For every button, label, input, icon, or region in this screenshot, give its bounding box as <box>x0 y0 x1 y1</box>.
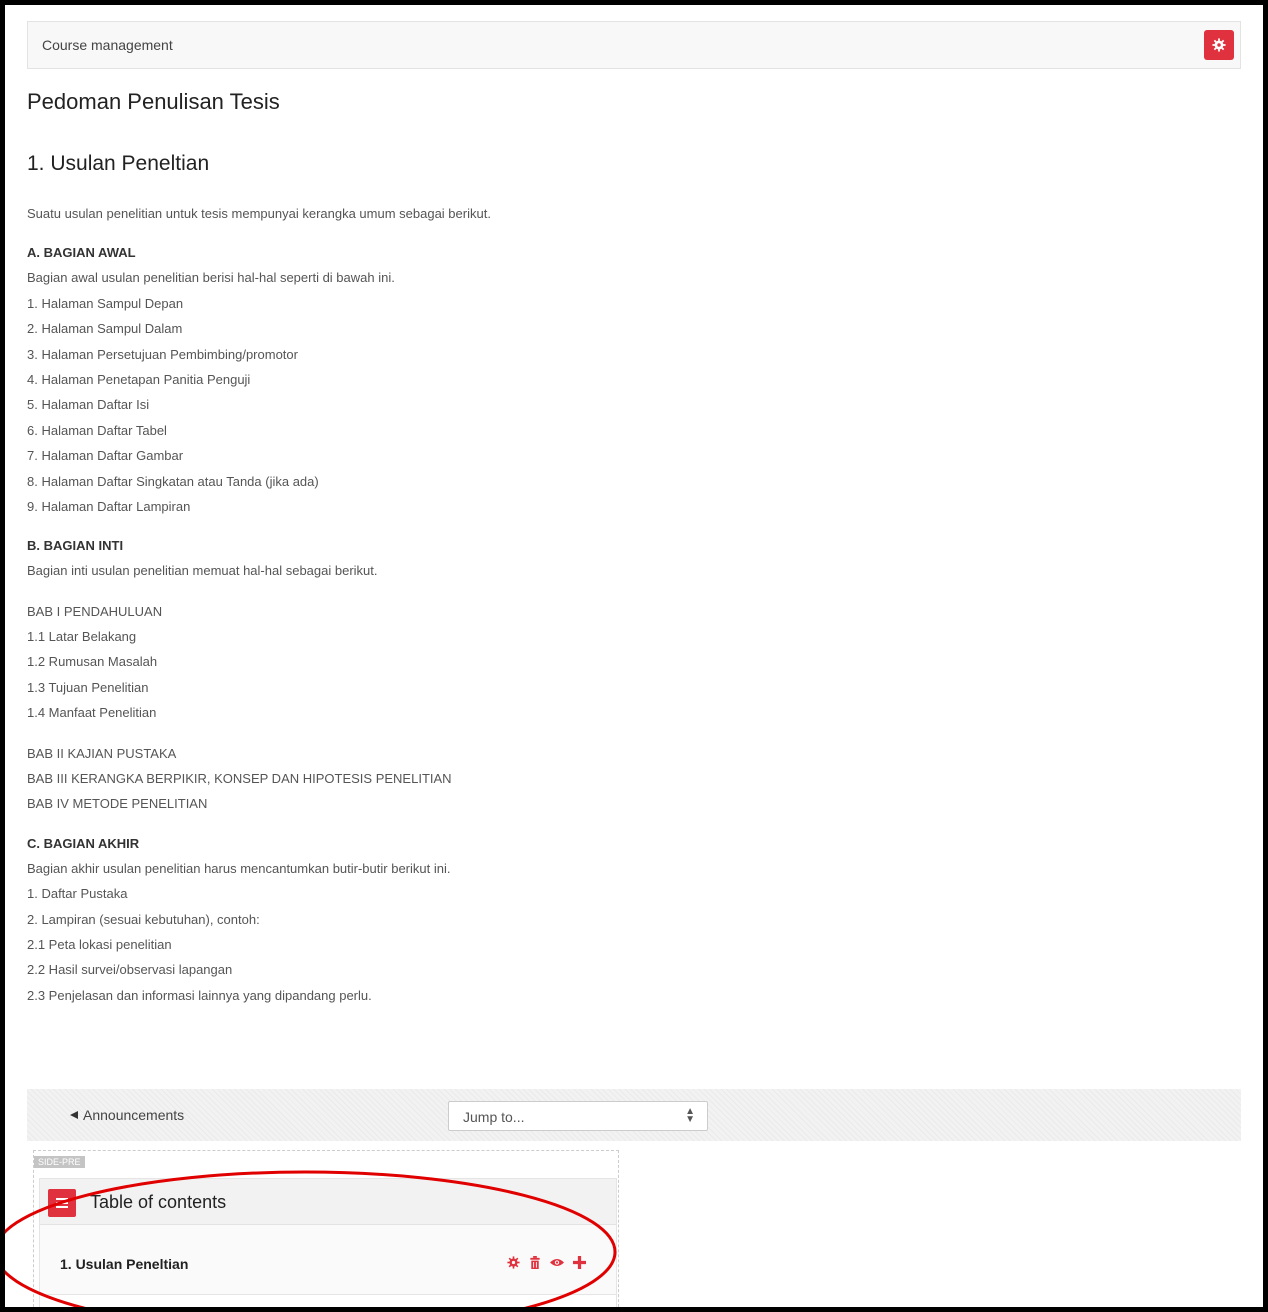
eye-icon[interactable] <box>550 1255 564 1269</box>
part-c-heading: C. BAGIAN AKHIR <box>27 835 140 851</box>
page-title: Pedoman Penulisan Tesis <box>27 89 280 114</box>
part-c-item: 1. Daftar Pustaka <box>27 886 128 902</box>
part-a-item: 6. Halaman Daftar Tabel <box>27 422 167 438</box>
jump-to-value: Jump to... <box>463 1109 525 1125</box>
part-a-item: 2. Halaman Sampul Dalam <box>27 321 183 337</box>
part-b-heading: B. BAGIAN INTI <box>27 538 124 554</box>
block-title: Table of contents <box>90 1192 227 1212</box>
jump-to-select[interactable]: Jump to... ▲ ▼ <box>448 1101 708 1131</box>
bab-line: BAB II KAJIAN PUSTAKA <box>27 745 177 761</box>
part-b-lead: Bagian inti usulan penelitian memuat hal… <box>27 563 378 579</box>
part-a-item: 1. Halaman Sampul Depan <box>27 295 184 311</box>
intro-text: Suatu usulan penelitian untuk tesis memp… <box>27 206 491 221</box>
part-a-heading: A. BAGIAN AWAL <box>27 245 136 261</box>
block-header: Table of contents <box>40 1179 616 1225</box>
part-c-item: 2.2 Hasil survei/observasi lapangan <box>27 962 233 978</box>
part-c-lead: Bagian akhir usulan penelitian harus men… <box>27 860 451 876</box>
gear-icon[interactable] <box>506 1255 520 1269</box>
part-c-item: 2.1 Peta lokasi penelitian <box>27 936 172 952</box>
settings-button[interactable] <box>1204 30 1234 60</box>
plus-icon[interactable] <box>572 1255 586 1269</box>
bab-line: BAB III KERANGKA BERPIKIR, KONSEP DAN HI… <box>27 771 452 787</box>
bab-line: BAB I PENDAHULUAN <box>27 603 163 619</box>
toc-item: 1. Usulan Peneltian <box>40 1225 616 1295</box>
toc-item-link[interactable]: 1. Usulan Peneltian <box>60 1256 188 1272</box>
activity-navigation: Announcements Jump to... ▲ ▼ <box>27 1089 1241 1141</box>
part-a-lead: Bagian awal usulan penelitian berisi hal… <box>27 270 395 286</box>
bab-line: BAB IV METODE PENELITIAN <box>27 796 208 812</box>
section-content: Suatu usulan penelitian untuk tesis memp… <box>27 201 1227 1008</box>
part-c-item: 2. Lampiran (sesuai kebutuhan), contoh: <box>27 911 260 927</box>
caret-left-icon <box>70 1111 78 1119</box>
section-title: 1. Usulan Peneltian <box>27 152 210 175</box>
part-a-item: 3. Halaman Persetujuan Pembimbing/promot… <box>27 346 298 362</box>
gear-icon <box>1212 38 1226 52</box>
side-pre-region: SIDE-PRE Table of contents 1. Usulan Pen… <box>33 1150 619 1307</box>
toc-item-actions <box>506 1255 586 1269</box>
page-frame: Course management Pedoman Penulisan Tesi… <box>0 0 1268 1312</box>
part-c-item: 2.3 Penjelasan dan informasi lainnya yan… <box>27 987 372 1003</box>
part-a-item: 9. Halaman Daftar Lampiran <box>27 498 191 514</box>
course-management-bar: Course management <box>27 21 1241 69</box>
part-a-item: 5. Halaman Daftar Isi <box>27 397 150 413</box>
region-tag: SIDE-PRE <box>34 1156 85 1168</box>
bab-line: 1.1 Latar Belakang <box>27 629 137 645</box>
table-of-contents-block: Table of contents 1. Usulan Peneltian <box>39 1178 617 1307</box>
part-a-item: 8. Halaman Daftar Singkatan atau Tanda (… <box>27 473 319 489</box>
bab-line: 1.2 Rumusan Masalah <box>27 654 158 670</box>
previous-activity-label: Announcements <box>83 1107 185 1123</box>
previous-activity-link[interactable]: Announcements <box>69 1107 184 1123</box>
bab-line: 1.3 Tujuan Penelitian <box>27 679 149 695</box>
bab-line: 1.4 Manfaat Penelitian <box>27 705 157 721</box>
part-a-item: 7. Halaman Daftar Gambar <box>27 448 184 464</box>
breadcrumb[interactable]: Course management <box>42 37 173 53</box>
part-a-item: 4. Halaman Penetapan Panitia Penguji <box>27 371 251 387</box>
block-menu-button[interactable] <box>48 1189 76 1217</box>
trash-icon[interactable] <box>528 1255 542 1269</box>
select-arrows-icon: ▲ ▼ <box>685 1106 695 1125</box>
